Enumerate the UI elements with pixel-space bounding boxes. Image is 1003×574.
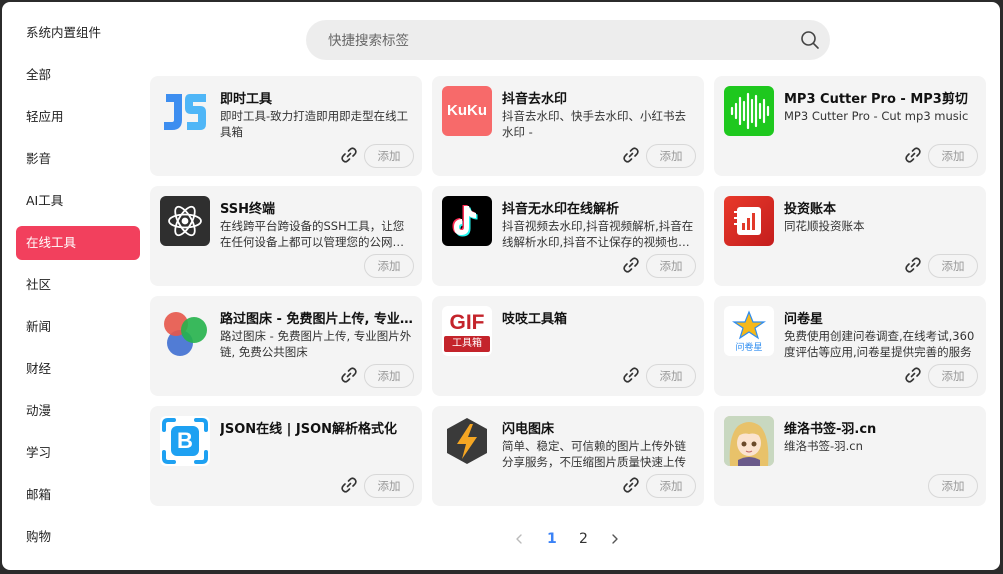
link-icon[interactable]: [340, 146, 358, 164]
card-description: 在线跨平台跨设备的SSH工具，让您在任何设备上都可以管理您的公网服务器: [220, 219, 405, 249]
sidebar-item-news[interactable]: 新闻: [16, 310, 140, 344]
add-button[interactable]: 添加: [646, 254, 696, 278]
add-button[interactable]: 添加: [364, 364, 414, 388]
card-description: 维洛书签-羽.cn: [784, 439, 863, 453]
card-description: 路过图床 - 免费图片上传, 专业图片外链, 免费公共图床: [220, 329, 412, 359]
logo-text: 问卷星: [735, 343, 763, 353]
link-icon[interactable]: [622, 256, 640, 274]
tool-card[interactable]: 抖音无水印在线解析 抖音视频去水印,抖音视频解析,抖音在线解析水印,抖音不让保存…: [432, 186, 704, 286]
card-title: 抖音无水印在线解析: [502, 202, 620, 217]
link-icon[interactable]: [622, 476, 640, 494]
add-button[interactable]: 添加: [364, 254, 414, 278]
waveform-logo-icon: [724, 86, 774, 136]
search-input[interactable]: [326, 30, 790, 52]
card-title: 问卷星: [784, 312, 824, 327]
anime-avatar-logo-icon: [724, 416, 774, 466]
tool-card[interactable]: B JSON在线 | JSON解析格式化 添加: [150, 406, 422, 506]
card-title: 吱吱工具箱: [502, 312, 568, 327]
sidebar-item-mail[interactable]: 邮箱: [16, 478, 140, 512]
link-icon[interactable]: [622, 146, 640, 164]
sidebar-item-shopping[interactable]: 购物: [16, 520, 140, 554]
link-icon[interactable]: [340, 366, 358, 384]
sidebar-item-finance[interactable]: 财经: [16, 352, 140, 386]
card-description: 简单、稳定、可信赖的图片上传外链分享服务，不压缩图片质量快速上传: [502, 439, 686, 469]
tool-card[interactable]: 路过图床 - 免费图片上传, 专业图片外链 路过图床 - 免费图片上传, 专业图…: [150, 296, 422, 396]
sidebar-item-media[interactable]: 影音: [16, 142, 140, 176]
tool-card[interactable]: GIF 工具箱 吱吱工具箱 添加: [432, 296, 704, 396]
logo-text: GIF: [449, 311, 485, 334]
sidebar-item-community[interactable]: 社区: [16, 268, 140, 302]
card-title: MP3 Cutter Pro - MP3剪切: [784, 92, 968, 107]
tool-card[interactable]: 维洛书签-羽.cn 维洛书签-羽.cn 添加: [714, 406, 986, 506]
card-description: 抖音视频去水印,抖音视频解析,抖音在线解析水印,抖音不让保存的视频也能下载: [502, 219, 694, 249]
link-icon[interactable]: [340, 476, 358, 494]
tool-card[interactable]: KuKu 抖音去水印 抖音去水印、快手去水印、小红书去水印 - 添加: [432, 76, 704, 176]
category-sidebar: 系统内置组件 全部 轻应用 影音 AI工具 在线工具 社区 新闻 财经 动漫 学…: [16, 16, 140, 562]
ledger-logo-icon: [724, 196, 774, 246]
add-button[interactable]: 添加: [646, 474, 696, 498]
page-1-button[interactable]: 1: [547, 528, 557, 550]
logo-text: KuKu: [447, 102, 487, 119]
logo-text: B: [171, 426, 199, 456]
search-icon[interactable]: [800, 30, 820, 50]
sidebar-item-anime[interactable]: 动漫: [16, 394, 140, 428]
json-b-logo-icon: B: [160, 416, 210, 466]
link-icon[interactable]: [904, 366, 922, 384]
card-description: 同花顺投资账本: [784, 219, 865, 233]
circles-logo-icon: [160, 306, 210, 356]
add-button[interactable]: 添加: [364, 474, 414, 498]
tool-card[interactable]: 投资账本 同花顺投资账本 添加: [714, 186, 986, 286]
tool-card[interactable]: 即时工具 即时工具-致力打造即用即走型在线工具箱 添加: [150, 76, 422, 176]
chevron-right-icon[interactable]: [609, 528, 621, 550]
add-button[interactable]: 添加: [928, 254, 978, 278]
add-button[interactable]: 添加: [646, 144, 696, 168]
atom-logo-icon: [160, 196, 210, 246]
card-title: 维洛书签-羽.cn: [784, 422, 877, 437]
card-title: 即时工具: [220, 92, 273, 107]
card-description: MP3 Cutter Pro - Cut mp3 music: [784, 109, 969, 123]
tool-card[interactable]: SSH终端 在线跨平台跨设备的SSH工具，让您在任何设备上都可以管理您的公网服务…: [150, 186, 422, 286]
add-button[interactable]: 添加: [364, 144, 414, 168]
tool-card[interactable]: 问卷星 问卷星 免费使用创建问卷调查,在线考试,360度评估等应用,问卷星提供完…: [714, 296, 986, 396]
add-button[interactable]: 添加: [928, 474, 978, 498]
sidebar-item-light-apps[interactable]: 轻应用: [16, 100, 140, 134]
add-button[interactable]: 添加: [646, 364, 696, 388]
js-logo-icon: [160, 86, 210, 136]
chevron-left-icon[interactable]: [513, 528, 525, 550]
card-title: 路过图床 - 免费图片上传, 专业图片外链: [220, 312, 416, 327]
tool-card[interactable]: MP3 Cutter Pro - MP3剪切 MP3 Cutter Pro - …: [714, 76, 986, 176]
logo-subtext: 工具箱: [444, 336, 490, 352]
gif-logo-icon: GIF 工具箱: [442, 306, 492, 356]
card-title: 投资账本: [784, 202, 837, 217]
card-description: 即时工具-致力打造即用即走型在线工具箱: [220, 109, 409, 139]
page-2-button[interactable]: 2: [579, 528, 588, 550]
sidebar-item-builtin[interactable]: 系统内置组件: [16, 16, 140, 50]
add-button[interactable]: 添加: [928, 144, 978, 168]
tiktok-logo-icon: [442, 196, 492, 246]
card-title: SSH终端: [220, 202, 276, 217]
star-logo-icon: 问卷星: [724, 306, 774, 356]
lightning-logo-icon: [442, 416, 492, 466]
kuku-logo-icon: KuKu: [442, 86, 492, 136]
search-bar: [306, 20, 830, 60]
card-title: 闪电图床: [502, 422, 555, 437]
card-title: JSON在线 | JSON解析格式化: [220, 422, 398, 437]
tool-card[interactable]: 闪电图床 简单、稳定、可信赖的图片上传外链分享服务，不压缩图片质量快速上传 添加: [432, 406, 704, 506]
card-title: 抖音去水印: [502, 92, 568, 107]
link-icon[interactable]: [622, 366, 640, 384]
sidebar-item-ai-tools[interactable]: AI工具: [16, 184, 140, 218]
app-window: 系统内置组件 全部 轻应用 影音 AI工具 在线工具 社区 新闻 财经 动漫 学…: [2, 2, 1000, 570]
link-icon[interactable]: [904, 256, 922, 274]
link-icon[interactable]: [904, 146, 922, 164]
add-button[interactable]: 添加: [928, 364, 978, 388]
sidebar-item-study[interactable]: 学习: [16, 436, 140, 470]
card-description: 抖音去水印、快手去水印、小红书去水印 -: [502, 109, 686, 139]
sidebar-item-online-tools[interactable]: 在线工具: [16, 226, 140, 260]
card-description: 免费使用创建问卷调查,在线考试,360度评估等应用,问卷星提供完善的服务: [784, 329, 975, 359]
sidebar-item-all[interactable]: 全部: [16, 58, 140, 92]
